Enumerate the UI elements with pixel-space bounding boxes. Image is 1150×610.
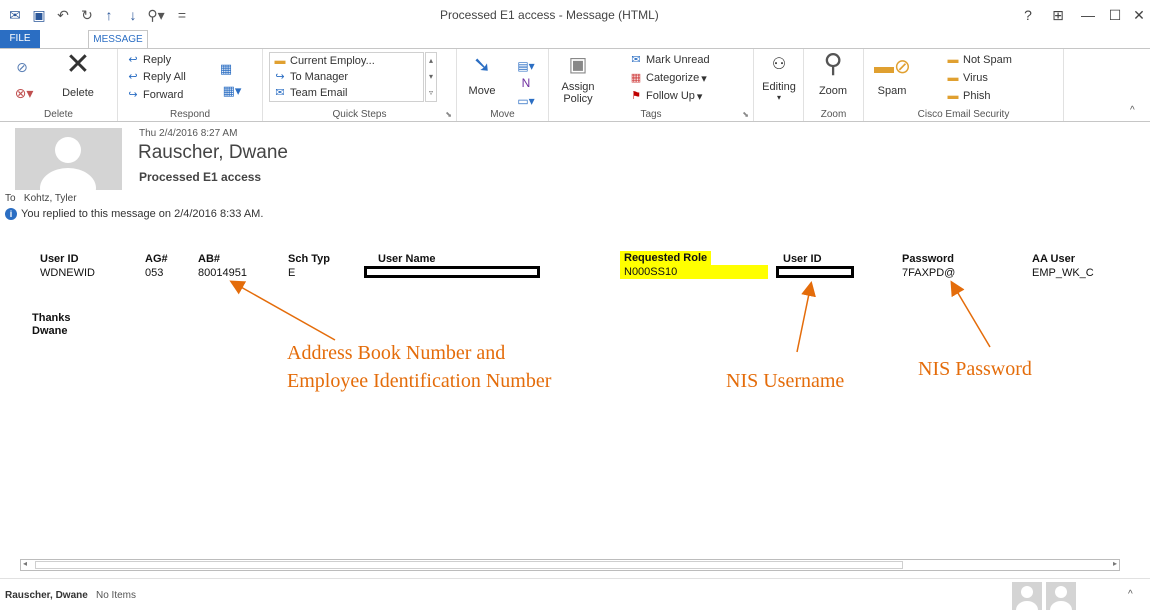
people-pane-name[interactable]: Rauscher, Dwane: [5, 590, 88, 601]
scroll-left-icon[interactable]: ◂: [23, 559, 27, 568]
annotation-nis-password: NIS Password: [918, 358, 1032, 380]
person-avatar-icon[interactable]: [1012, 582, 1042, 610]
arrow-nis-password: [950, 280, 991, 348]
scroll-thumb[interactable]: [35, 561, 903, 569]
person-avatar-icon[interactable]: [1046, 582, 1076, 610]
annotation-ab-line1: Address Book Number and: [287, 342, 506, 364]
annotation-nis-username: NIS Username: [726, 370, 845, 392]
annotation-ab-line2: Employee Identification Number: [287, 370, 552, 392]
arrow-ab-number: [229, 280, 336, 341]
scroll-right-icon[interactable]: ▸: [1113, 559, 1117, 568]
expand-people-pane-icon[interactable]: ^: [1128, 589, 1133, 600]
people-pane-items: No Items: [96, 590, 137, 601]
arrow-nis-username: [796, 281, 816, 353]
annotation-arrows: [229, 280, 991, 353]
horizontal-scrollbar[interactable]: ◂ ▸: [20, 559, 1120, 571]
people-pane-bar: Rauscher, Dwane No Items ^: [0, 578, 1150, 610]
